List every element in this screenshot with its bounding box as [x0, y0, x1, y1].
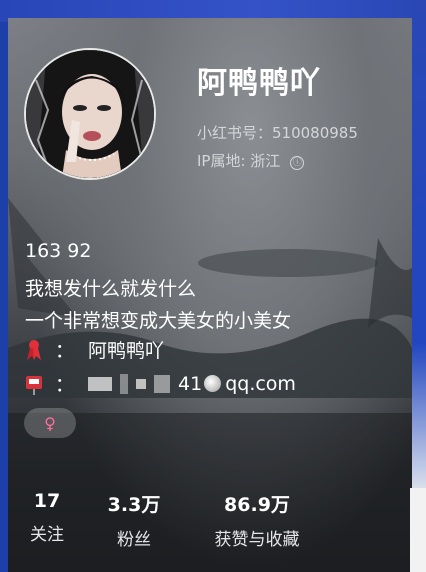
stat-followers[interactable]: 3.3万 粉丝 — [98, 490, 170, 550]
avatar[interactable] — [24, 48, 156, 180]
bio-line-1: 163 92 — [25, 240, 92, 262]
email-domain: qq.com — [225, 372, 296, 395]
stat-likes-value: 86.9万 — [224, 494, 290, 516]
stat-following[interactable]: 17 关注 — [22, 490, 72, 545]
background-sticker — [410, 488, 426, 572]
email-visible-part: 41 — [178, 372, 203, 395]
bio-line-2: 我想发什么就发什么 — [25, 278, 197, 300]
mailbox-icon — [26, 375, 42, 395]
detail-name-row: ： 阿鸭鸭吖 — [25, 336, 164, 363]
stat-following-label: 关注 — [30, 525, 64, 545]
detail-email-colon: ： — [55, 374, 75, 396]
stat-likes-label: 获赞与收藏 — [214, 530, 300, 550]
info-icon[interactable]: ⓘ — [290, 156, 305, 170]
stat-followers-value: 3.3万 — [107, 494, 161, 516]
email-masked-block — [154, 374, 171, 393]
bio-line-3: 一个非常想变成大美女的小美女 — [25, 310, 292, 332]
gender-badge: ♀ — [24, 408, 76, 438]
ribbon-icon — [27, 339, 41, 360]
avatar-portrait — [26, 50, 154, 178]
red-id: 小红书号：510080985 — [197, 124, 358, 142]
detail-name-value: 阿鸭鸭吖 — [88, 340, 165, 362]
ip-location: IP属地: 浙江 ⓘ — [197, 150, 305, 171]
stat-following-value: 17 — [33, 490, 61, 512]
background-edge-right — [410, 0, 426, 572]
email-masked-block — [88, 376, 113, 391]
profile-nickname: 阿鸭鸭吖 — [197, 66, 321, 101]
email-masked-block — [120, 373, 129, 394]
profile-header-card: 阿鸭鸭吖 小红书号：510080985 IP属地: 浙江 ⓘ 163 92 我想发… — [8, 18, 412, 572]
detail-name-colon: ： — [55, 340, 75, 362]
female-icon: ♀ — [44, 413, 56, 433]
email-at-symbol — [204, 375, 222, 392]
ip-location-text: IP属地: 浙江 — [197, 152, 281, 170]
stat-followers-label: 粉丝 — [117, 530, 151, 550]
email-masked-block — [136, 378, 147, 389]
detail-email-row: ： 41 qq.com — [25, 370, 296, 397]
stat-likes-collections[interactable]: 86.9万 获赞与收藏 — [196, 490, 318, 550]
